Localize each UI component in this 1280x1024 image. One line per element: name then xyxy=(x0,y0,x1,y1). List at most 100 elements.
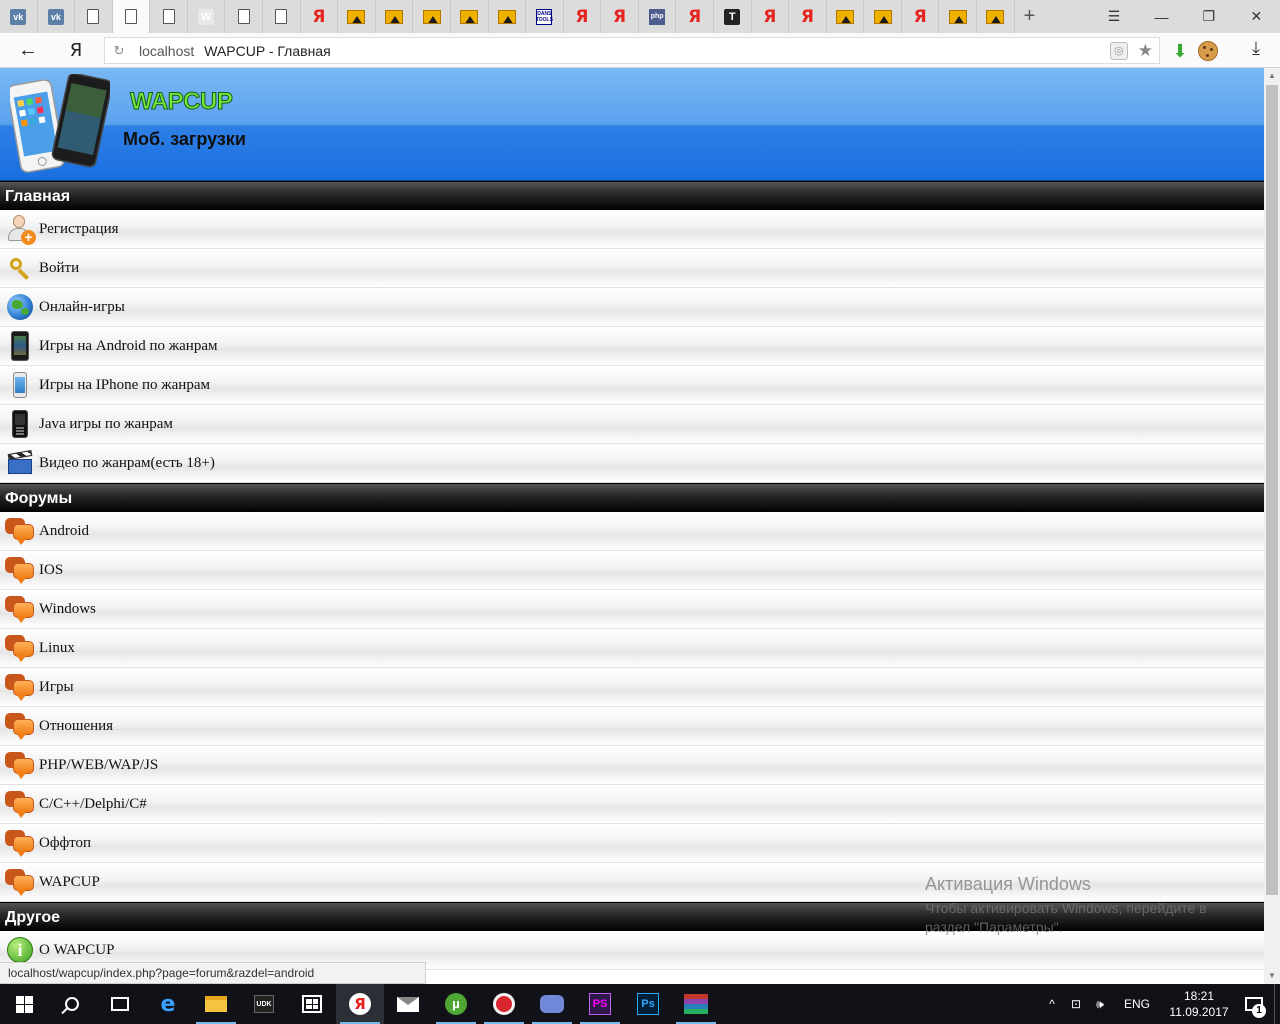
vertical-scrollbar[interactable]: ▲ ▼ xyxy=(1264,68,1280,984)
menu-item[interactable]: Игры xyxy=(0,668,1264,707)
browser-tab[interactable] xyxy=(864,0,902,33)
url-field[interactable]: ↻ localhost WAPCUP - Главная ◎ ★ xyxy=(104,37,1160,64)
browser-tab[interactable] xyxy=(338,0,376,33)
bookmark-star-icon[interactable]: ★ xyxy=(1138,41,1153,61)
browser-tab[interactable] xyxy=(75,0,113,33)
menu-item-label[interactable]: Войти xyxy=(39,260,79,277)
menu-item[interactable]: Оффтоп xyxy=(0,824,1264,863)
downloads-icon[interactable]: ⤓ xyxy=(1244,38,1268,62)
yandex-logo[interactable]: Я xyxy=(56,40,96,61)
phones-logo-icon[interactable] xyxy=(10,74,110,174)
menu-item[interactable]: Войти xyxy=(0,249,1264,288)
browser-tab[interactable]: Я xyxy=(676,0,714,33)
search-button[interactable] xyxy=(48,984,96,1024)
menu-item-label[interactable]: Видео по жанрам(есть 18+) xyxy=(39,455,215,472)
menu-item[interactable]: Java игры по жанрам xyxy=(0,405,1264,444)
action-center-button[interactable]: 1 xyxy=(1234,984,1274,1024)
scroll-down-arrow-icon[interactable]: ▼ xyxy=(1264,968,1280,984)
menu-item-label[interactable]: Оффтоп xyxy=(39,835,91,852)
menu-button[interactable]: ☰ xyxy=(1090,0,1137,33)
browser-tab[interactable] xyxy=(827,0,865,33)
taskbar-store[interactable] xyxy=(288,984,336,1024)
network-icon[interactable]: ⊡ xyxy=(1066,997,1086,1011)
browser-tab[interactable] xyxy=(150,0,188,33)
back-button[interactable]: ← xyxy=(0,39,56,62)
menu-item-label[interactable]: Игры на IPhone по жанрам xyxy=(39,377,210,394)
protect-icon[interactable]: ◎ xyxy=(1109,42,1128,60)
menu-item[interactable]: Видео по жанрам(есть 18+) xyxy=(0,444,1264,483)
browser-tab[interactable]: DANS TOOLS xyxy=(526,0,564,33)
menu-item[interactable]: Отношения xyxy=(0,707,1264,746)
menu-item-label[interactable]: Java игры по жанрам xyxy=(39,416,173,433)
taskbar-udk[interactable]: UDK xyxy=(240,984,288,1024)
browser-tab[interactable]: T xyxy=(714,0,752,33)
taskbar-mail[interactable] xyxy=(384,984,432,1024)
browser-tab[interactable] xyxy=(225,0,264,33)
start-button[interactable] xyxy=(0,984,48,1024)
menu-item-label[interactable]: Игры на Android по жанрам xyxy=(39,338,217,355)
cookie-extension-icon[interactable] xyxy=(1198,40,1218,61)
browser-tab[interactable]: Я xyxy=(301,0,339,33)
browser-tab[interactable] xyxy=(451,0,489,33)
language-indicator[interactable]: ENG xyxy=(1124,997,1150,1011)
menu-item-label[interactable]: Android xyxy=(39,523,89,540)
minimize-button[interactable]: — xyxy=(1138,0,1185,33)
browser-tab[interactable]: Я xyxy=(752,0,790,33)
menu-item[interactable]: Android xyxy=(0,512,1264,551)
task-view-button[interactable] xyxy=(96,984,144,1024)
menu-item-label[interactable]: WAPCUP xyxy=(39,874,100,891)
menu-item-label[interactable]: Регистрация xyxy=(39,221,119,238)
menu-item-label[interactable]: О WAPCUP xyxy=(39,942,114,959)
menu-item[interactable]: + Регистрация xyxy=(0,210,1264,249)
menu-item[interactable]: Игры на IPhone по жанрам xyxy=(0,366,1264,405)
clock[interactable]: 18:21 11.09.2017 xyxy=(1164,988,1234,1020)
menu-item-label[interactable]: C/C++/Delphi/C# xyxy=(39,796,147,813)
menu-item[interactable]: Игры на Android по жанрам xyxy=(0,327,1264,366)
browser-tab[interactable]: W xyxy=(188,0,226,33)
menu-item-label[interactable]: Linux xyxy=(39,640,75,657)
browser-tab[interactable] xyxy=(977,0,1015,33)
menu-item[interactable]: IOS xyxy=(0,551,1264,590)
volume-icon[interactable]: 🕪 xyxy=(1090,997,1110,1012)
browser-tab[interactable] xyxy=(939,0,978,33)
browser-tab[interactable] xyxy=(263,0,301,33)
menu-item[interactable]: C/C++/Delphi/C# xyxy=(0,785,1264,824)
taskbar-explorer[interactable] xyxy=(192,984,240,1024)
menu-item[interactable]: PHP/WEB/WAP/JS xyxy=(0,746,1264,785)
browser-tab[interactable]: vk xyxy=(0,0,38,33)
menu-item-label[interactable]: PHP/WEB/WAP/JS xyxy=(39,757,158,774)
taskbar-edge[interactable]: e xyxy=(144,984,192,1024)
download-extension-icon[interactable]: ⬇ xyxy=(1170,41,1190,61)
close-window-button[interactable]: ✕ xyxy=(1233,0,1280,33)
menu-item[interactable]: Linux xyxy=(0,629,1264,668)
menu-item-label[interactable]: IOS xyxy=(39,562,63,579)
reload-icon[interactable]: ↻ xyxy=(105,43,133,59)
browser-tab[interactable]: Я xyxy=(564,0,602,33)
site-title[interactable]: WAPCUP xyxy=(129,88,233,116)
menu-item[interactable]: Windows xyxy=(0,590,1264,629)
taskbar-yandex-browser[interactable]: Я xyxy=(336,984,384,1024)
browser-tab[interactable] xyxy=(112,0,151,33)
restore-button[interactable]: ❐ xyxy=(1185,0,1232,33)
taskbar-winrar[interactable] xyxy=(672,984,720,1024)
taskbar-phpstorm[interactable]: PS xyxy=(576,984,624,1024)
menu-item-label[interactable]: Игры xyxy=(39,679,74,696)
menu-item-label[interactable]: Windows xyxy=(39,601,96,618)
browser-tab[interactable]: Я xyxy=(789,0,827,33)
browser-tab[interactable]: Я xyxy=(902,0,940,33)
chevron-up-icon[interactable]: ^ xyxy=(1042,997,1062,1011)
new-tab-button[interactable]: + xyxy=(1015,0,1045,33)
taskbar-red-app[interactable] xyxy=(480,984,528,1024)
browser-tab[interactable]: php xyxy=(639,0,677,33)
browser-tab[interactable] xyxy=(376,0,414,33)
scroll-thumb[interactable] xyxy=(1266,85,1278,895)
menu-item-label[interactable]: Онлайн-игры xyxy=(39,299,125,316)
taskbar-photoshop[interactable]: Ps xyxy=(624,984,672,1024)
scroll-up-arrow-icon[interactable]: ▲ xyxy=(1264,68,1280,84)
show-desktop-button[interactable] xyxy=(1274,984,1280,1024)
taskbar-discord[interactable] xyxy=(528,984,576,1024)
taskbar-utorrent[interactable]: µ xyxy=(432,984,480,1024)
browser-tab[interactable] xyxy=(413,0,451,33)
menu-item[interactable]: Онлайн-игры xyxy=(0,288,1264,327)
browser-tab[interactable]: Я xyxy=(601,0,639,33)
